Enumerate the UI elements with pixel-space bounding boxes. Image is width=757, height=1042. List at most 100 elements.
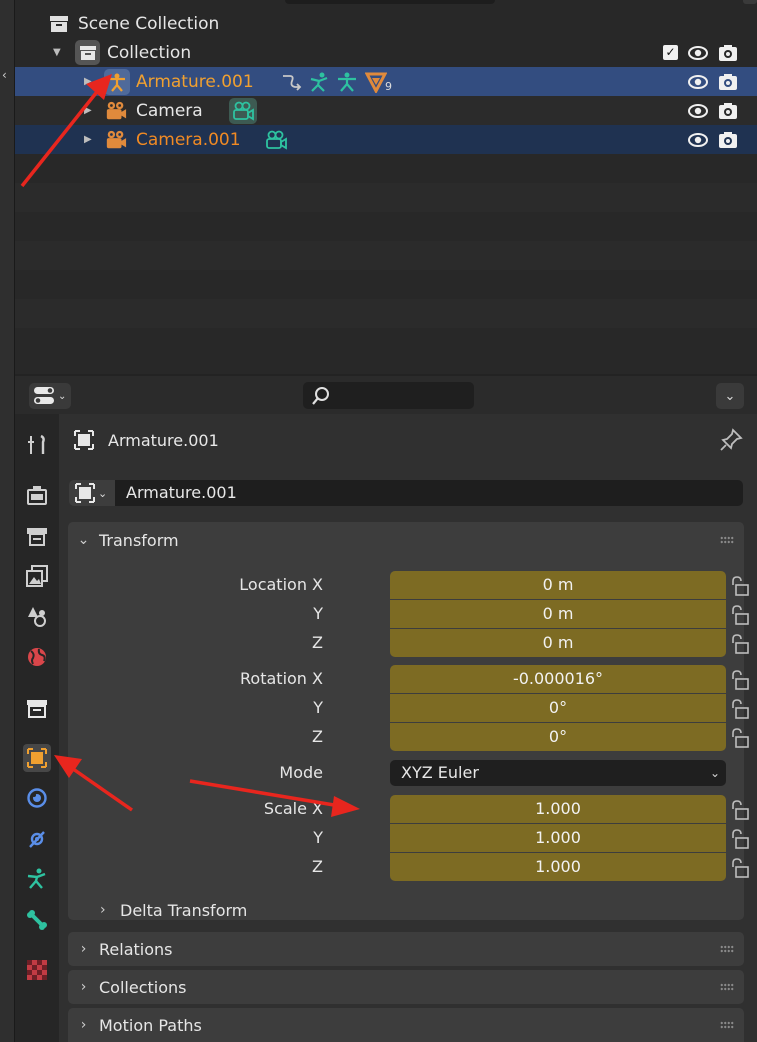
constraint-icon[interactable] — [280, 71, 302, 93]
chevron-down-icon: ⌄ — [77, 532, 90, 548]
scale-z-field[interactable]: 1.000 — [390, 853, 726, 881]
visibility-eye-icon[interactable] — [688, 101, 708, 121]
editor-type-dropdown[interactable]: ⌄ — [29, 383, 71, 409]
camera-data-icon[interactable] — [229, 97, 257, 124]
pose-icon[interactable] — [308, 71, 330, 93]
expand-right-icon[interactable]: ▶ — [84, 105, 92, 116]
pin-icon[interactable] — [719, 428, 743, 452]
tab-world[interactable] — [23, 643, 51, 671]
render-icon — [27, 486, 47, 505]
camera-data-icon[interactable] — [265, 129, 287, 151]
drag-grip-icon[interactable] — [720, 536, 734, 544]
lock-icon[interactable] — [730, 728, 750, 748]
context-title: Armature.001 — [108, 431, 219, 450]
collapse-arrow-icon[interactable]: ‹ — [2, 68, 7, 82]
transform-panel-header[interactable]: ⌄ Transform — [68, 522, 744, 558]
location-z-label: Z — [312, 633, 323, 652]
object-name-row: ⌄ Armature.001 — [69, 480, 743, 506]
lock-icon[interactable] — [730, 858, 750, 878]
tab-texture[interactable] — [23, 956, 51, 984]
scale-z-label: Z — [312, 857, 323, 876]
scale-x-field[interactable]: 1.000 — [390, 795, 726, 823]
chevron-right-icon: › — [80, 941, 87, 957]
motion-paths-panel[interactable]: › Motion Paths — [68, 1008, 744, 1042]
expand-right-icon[interactable]: ▶ — [84, 76, 92, 87]
location-x-field[interactable]: 0 m — [390, 571, 726, 599]
outliner-row-collection[interactable]: ▼ Collection ✓ — [15, 38, 757, 67]
rotation-z-label: Z — [312, 727, 323, 746]
viewport-edge: ‹ — [0, 0, 15, 1042]
search-input[interactable] — [303, 382, 474, 409]
visibility-eye-icon[interactable] — [688, 43, 708, 63]
outliner-row-scene-collection[interactable]: Scene Collection — [15, 9, 757, 38]
exclude-checkbox[interactable]: ✓ — [663, 45, 678, 60]
modifier-wrench-icon[interactable] — [365, 71, 387, 93]
delta-transform-subpanel[interactable]: › Delta Transform — [100, 898, 740, 922]
outliner-row-camera-001[interactable]: ▶ Camera.001 — [15, 125, 757, 154]
visibility-eye-icon[interactable] — [688, 72, 708, 92]
lock-icon[interactable] — [730, 829, 750, 849]
tab-modifiers[interactable] — [23, 784, 51, 812]
rotation-y-field[interactable]: 0° — [390, 694, 726, 722]
expand-down-icon[interactable]: ▼ — [53, 47, 61, 58]
drag-grip-icon[interactable] — [720, 983, 734, 991]
drag-grip-icon[interactable] — [720, 945, 734, 953]
relations-panel[interactable]: › Relations — [68, 932, 744, 966]
outliner-filter-button[interactable] — [743, 0, 757, 4]
lock-icon[interactable] — [730, 670, 750, 690]
scene-collection-icon — [48, 13, 70, 35]
motion-paths-panel-header[interactable]: › Motion Paths — [68, 1008, 744, 1042]
collections-panel-header[interactable]: › Collections — [68, 970, 744, 1004]
render-camera-icon[interactable] — [718, 130, 738, 150]
object-browse-dropdown[interactable]: ⌄ — [69, 480, 115, 506]
modifiers-icon — [27, 788, 47, 808]
armature-data-icon[interactable] — [336, 71, 358, 93]
tab-render[interactable] — [23, 481, 51, 509]
render-camera-icon[interactable] — [718, 101, 738, 121]
tab-object[interactable] — [23, 744, 51, 772]
options-dropdown[interactable]: ⌄ — [716, 383, 744, 409]
lock-icon[interactable] — [730, 699, 750, 719]
tab-scene[interactable] — [23, 602, 51, 630]
visibility-eye-icon[interactable] — [688, 130, 708, 150]
lock-icon[interactable] — [730, 605, 750, 625]
subpanel-title: Delta Transform — [120, 900, 248, 920]
scale-y-label: Y — [313, 828, 323, 847]
tab-physics[interactable] — [23, 825, 51, 853]
properties-editor: ⌄ ⌄ Armature.001 ⌄ Armature.001 ⌄ Transf… — [15, 376, 757, 1042]
tab-output[interactable] — [23, 522, 51, 550]
scale-x-label: Scale X — [263, 799, 323, 818]
rotation-z-field[interactable]: 0° — [390, 723, 726, 751]
chevron-down-icon: ⌄ — [709, 766, 720, 780]
object-icon — [75, 483, 95, 503]
location-z-field[interactable]: 0 m — [390, 629, 726, 657]
lock-icon[interactable] — [730, 800, 750, 820]
lock-icon[interactable] — [730, 576, 750, 596]
armature-object-icon — [104, 68, 130, 95]
tab-tool[interactable] — [23, 431, 51, 459]
transform-panel: ⌄ Transform Location X 0 m Y 0 m Z 0 m R… — [68, 522, 749, 922]
tab-bone[interactable] — [23, 906, 51, 934]
location-y-label: Y — [313, 604, 323, 623]
camera-object-icon — [105, 100, 127, 122]
relations-panel-header[interactable]: › Relations — [68, 932, 744, 966]
location-y-field[interactable]: 0 m — [390, 600, 726, 628]
object-name-field[interactable]: Armature.001 — [115, 480, 743, 506]
scale-y-field[interactable]: 1.000 — [390, 824, 726, 852]
chevron-right-icon: › — [100, 902, 106, 918]
render-camera-icon[interactable] — [718, 43, 738, 63]
tab-object-data[interactable] — [23, 865, 51, 893]
tab-collection[interactable] — [23, 694, 51, 722]
outliner-row-armature-001[interactable]: ▶ Armature.001 9 — [15, 67, 757, 96]
lock-icon[interactable] — [730, 634, 750, 654]
tab-view-layer[interactable] — [23, 562, 51, 590]
rotation-x-field[interactable]: -0.000016° — [390, 665, 726, 693]
outliner-row-camera[interactable]: ▶ Camera — [15, 96, 757, 125]
outliner-filter-field[interactable] — [285, 0, 495, 4]
texture-icon — [27, 960, 47, 980]
collections-panel[interactable]: › Collections — [68, 970, 744, 1004]
rotation-mode-select[interactable]: XYZ Euler ⌄ — [390, 760, 726, 786]
expand-right-icon[interactable]: ▶ — [84, 134, 92, 145]
render-camera-icon[interactable] — [718, 72, 738, 92]
drag-grip-icon[interactable] — [720, 1021, 734, 1029]
